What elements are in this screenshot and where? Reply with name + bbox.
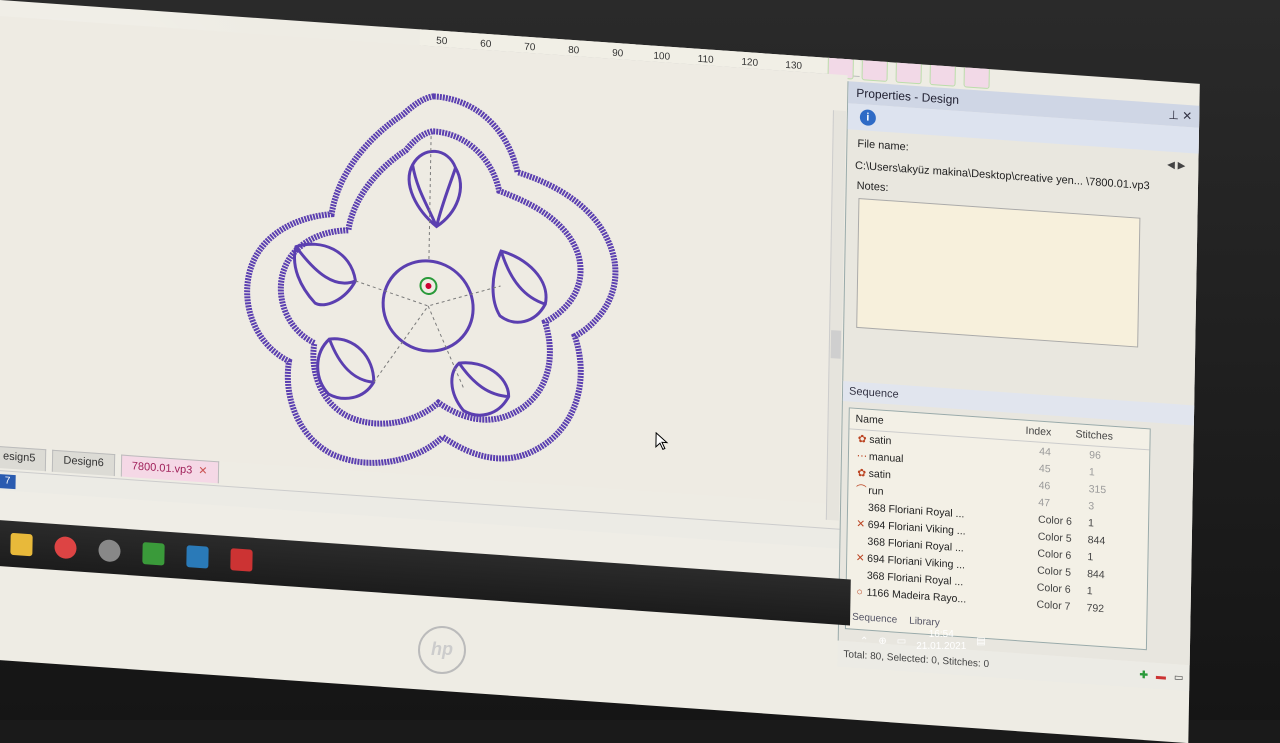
app-green-icon[interactable] xyxy=(142,542,165,566)
row-stitches: 1 xyxy=(1088,465,1095,479)
thread-icon: ✕ xyxy=(856,517,866,531)
row-index: 44 xyxy=(1039,445,1052,458)
tab-label: 7800.01.vp3 xyxy=(131,460,193,477)
notifications-icon[interactable]: ▤ xyxy=(976,636,985,647)
pivot-marker xyxy=(419,276,438,295)
row-index: Color 5 xyxy=(1037,530,1072,545)
top-petal-motif xyxy=(407,149,462,229)
page-indicator[interactable]: 7 xyxy=(0,474,16,490)
row-index: 45 xyxy=(1038,462,1051,475)
monitor-icon[interactable]: ▭ xyxy=(1174,672,1184,684)
properties-panel: Properties - Design ⊥ ✕ i File name: ◀ ▶… xyxy=(842,81,1200,406)
run-icon: ⌒ xyxy=(856,483,867,497)
row-stitches: 1 xyxy=(1087,550,1094,563)
clock[interactable]: 16:54 21.01.2021 xyxy=(916,629,966,653)
clock-time: 16:54 xyxy=(928,629,954,640)
row-stitches: 96 xyxy=(1089,448,1102,462)
thread-icon: ○ xyxy=(856,585,863,598)
left-petal-motif xyxy=(293,242,358,307)
close-icon[interactable]: ✕ xyxy=(198,465,207,478)
mouse-cursor-icon xyxy=(655,431,669,451)
row-index: Color 6 xyxy=(1037,513,1073,528)
app-image-icon[interactable] xyxy=(186,545,209,569)
row-index: Color 6 xyxy=(1037,547,1072,562)
tab-label: Design6 xyxy=(63,454,104,470)
thread-icon: ✕ xyxy=(855,551,865,564)
row-index: Color 7 xyxy=(1036,598,1071,613)
chrome-icon[interactable] xyxy=(54,535,77,560)
file-explorer-icon[interactable] xyxy=(10,532,33,557)
notes-textarea[interactable] xyxy=(856,197,1141,348)
add-icon[interactable]: ✚ xyxy=(1140,669,1149,681)
row-index: 46 xyxy=(1038,479,1051,492)
app-fc-icon[interactable] xyxy=(98,538,121,563)
clock-date: 21.01.2021 xyxy=(916,641,967,652)
row-index: 47 xyxy=(1038,496,1051,509)
close-icon[interactable]: ✕ xyxy=(1182,109,1192,124)
column-index[interactable]: Index xyxy=(1025,425,1075,440)
design-canvas[interactable] xyxy=(0,15,848,521)
sequence-panel: Sequence Name Index Stitches ✿ satin 44 … xyxy=(837,380,1196,666)
volume-icon[interactable]: ▭ xyxy=(897,636,906,647)
row-stitches: 844 xyxy=(1087,567,1105,581)
row-stitches: 1 xyxy=(1087,516,1094,529)
tab-sequence[interactable]: Sequence xyxy=(852,612,897,626)
right-petal-motif xyxy=(491,249,548,324)
row-stitches: 792 xyxy=(1086,601,1105,615)
embroidery-design[interactable] xyxy=(212,71,649,521)
row-index: Color 5 xyxy=(1037,564,1072,579)
satin-icon: ✿ xyxy=(857,432,867,446)
info-icon[interactable]: i xyxy=(859,109,877,127)
thread-icon xyxy=(853,574,867,575)
file-nav-arrows[interactable]: ◀ ▶ xyxy=(1167,160,1185,172)
column-stitches[interactable]: Stitches xyxy=(1075,428,1135,444)
thread-icon xyxy=(853,540,867,541)
thread-icon xyxy=(854,506,868,507)
satin-icon: ✿ xyxy=(857,466,867,480)
network-icon[interactable]: ⊕ xyxy=(878,636,886,647)
lower-left-petal-motif xyxy=(316,337,376,400)
remove-icon[interactable]: ▬ xyxy=(1156,670,1166,682)
tab-design5[interactable]: esign5 xyxy=(0,445,47,472)
lower-right-petal-motif xyxy=(450,361,511,417)
row-stitches: 1 xyxy=(1086,584,1093,597)
chevron-up-icon[interactable]: ⌃ xyxy=(860,636,868,647)
row-stitches: 3 xyxy=(1088,499,1095,513)
sequence-table[interactable]: Name Index Stitches ✿ satin 44 96 ⋯ manu… xyxy=(844,407,1151,651)
system-tray: ⌃ ⊕ ▭ 16:54 21.01.2021 ▤ xyxy=(860,626,1070,656)
row-stitches: 315 xyxy=(1088,482,1107,496)
manual-icon: ⋯ xyxy=(856,449,868,463)
row-index: Color 6 xyxy=(1036,581,1071,596)
pin-icon[interactable]: ⊥ xyxy=(1168,108,1179,123)
center-circle xyxy=(381,259,475,353)
hp-logo: hp xyxy=(418,626,466,674)
app-red-icon[interactable] xyxy=(230,548,253,572)
tab-design6[interactable]: Design6 xyxy=(52,449,115,477)
scroll-thumb[interactable] xyxy=(830,330,842,359)
tab-label: esign5 xyxy=(2,450,36,465)
row-stitches: 844 xyxy=(1087,533,1106,547)
